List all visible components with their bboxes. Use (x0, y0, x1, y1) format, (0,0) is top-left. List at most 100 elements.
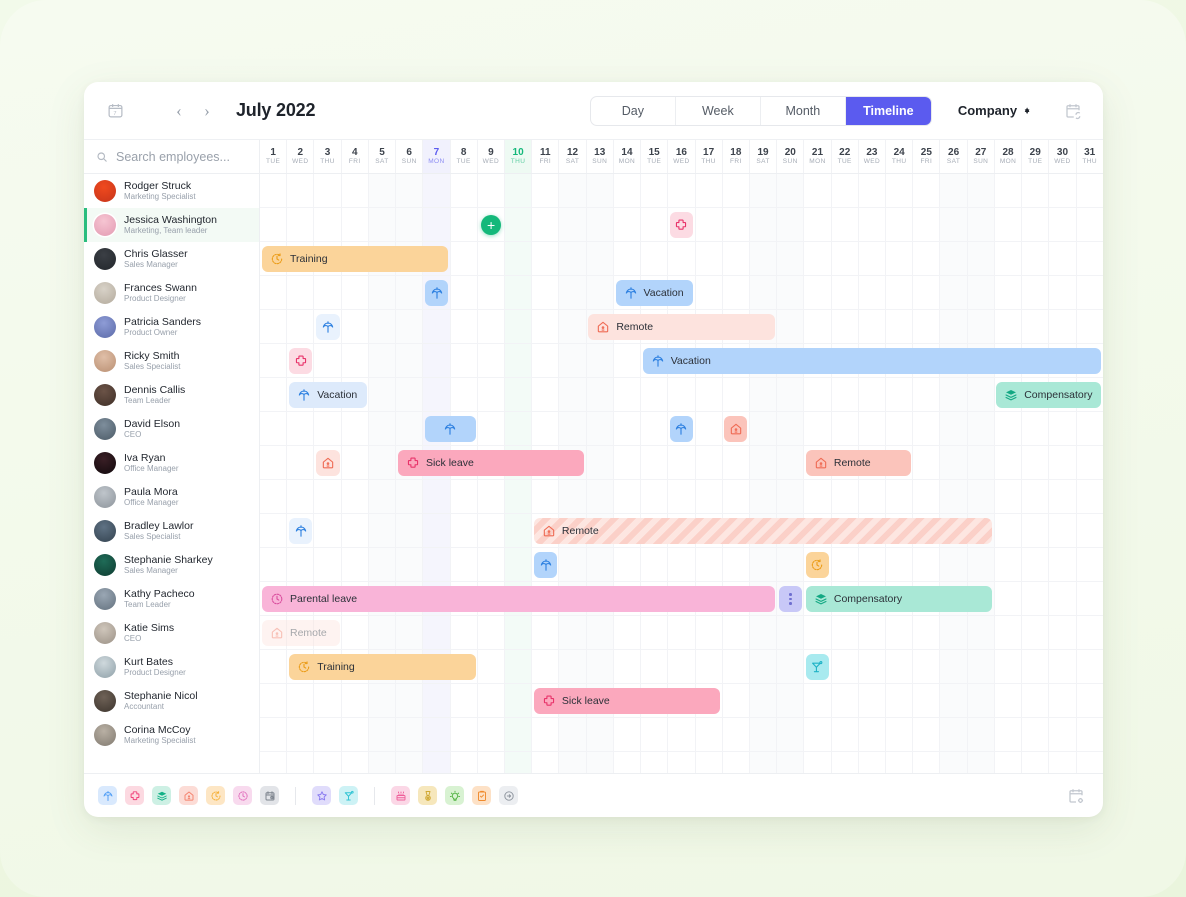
employee-row[interactable]: Stephanie Sharkey Sales Manager (84, 548, 259, 582)
date-header-cell[interactable]: 14 MON (614, 140, 642, 173)
comp-icon[interactable] (152, 786, 171, 805)
employee-row[interactable]: Frances Swann Product Designer (84, 276, 259, 310)
star-icon[interactable] (312, 786, 331, 805)
timeline-event[interactable] (289, 518, 313, 544)
date-header-cell[interactable]: 1 TUE (260, 140, 288, 173)
calendar-sync-icon[interactable] (1059, 97, 1087, 125)
date-header-cell[interactable]: 15 TUE (641, 140, 669, 173)
onboarding-icon[interactable] (472, 786, 491, 805)
employee-row[interactable]: Jessica Washington Marketing, Team leade… (84, 208, 259, 242)
date-header-cell[interactable]: 29 TUE (1022, 140, 1050, 173)
employee-row[interactable]: Dennis Callis Team Leader (84, 378, 259, 412)
timeline-event[interactable]: Training (262, 246, 449, 272)
sick-icon[interactable] (125, 786, 144, 805)
training-icon[interactable] (206, 786, 225, 805)
view-tab-day[interactable]: Day (591, 96, 676, 125)
employee-row[interactable]: Kathy Pacheco Team Leader (84, 582, 259, 616)
date-header-cell[interactable]: 26 SAT (940, 140, 968, 173)
search-box[interactable] (84, 140, 259, 174)
date-header-cell[interactable]: 24 THU (886, 140, 914, 173)
date-header-cell[interactable]: 2 WED (287, 140, 315, 173)
view-tab-timeline[interactable]: Timeline (845, 96, 931, 125)
date-header-cell[interactable]: 12 SAT (559, 140, 587, 173)
timeline-event[interactable]: Remote (805, 450, 911, 476)
timeline-event[interactable] (316, 314, 340, 340)
timeline-event[interactable] (533, 552, 558, 578)
date-header-cell[interactable]: 16 WED (668, 140, 696, 173)
date-header-cell[interactable]: 5 SAT (369, 140, 397, 173)
calendar-settings-icon[interactable] (1063, 783, 1089, 809)
add-event-button[interactable]: + (481, 215, 502, 235)
employee-row[interactable]: Rodger Struck Marketing Specialist (84, 174, 259, 208)
timeline-event[interactable]: Remote (262, 620, 340, 646)
timeline-event[interactable]: Training (289, 654, 476, 680)
date-header-cell[interactable]: 10 THU (504, 140, 533, 173)
employee-row[interactable]: Katie Sims CEO (84, 616, 259, 650)
date-header-cell[interactable]: 8 TUE (451, 140, 478, 173)
date-header-cell[interactable]: 31 THU (1077, 140, 1103, 173)
prev-month-button[interactable]: ‹ (168, 100, 190, 122)
date-header-cell[interactable]: 20 SUN (777, 140, 805, 173)
timeline-event[interactable]: Vacation (642, 348, 1101, 374)
date-header-cell[interactable]: 19 SAT (750, 140, 778, 173)
timeline-event[interactable] (669, 212, 694, 238)
timeline-event[interactable] (805, 654, 830, 680)
date-header-cell[interactable]: 17 THU (696, 140, 723, 173)
date-header-cell[interactable]: 3 THU (314, 140, 342, 173)
employee-row[interactable]: Patricia Sanders Product Owner (84, 310, 259, 344)
date-header-cell[interactable]: 23 WED (859, 140, 887, 173)
date-header-cell[interactable]: 30 WED (1049, 140, 1077, 173)
login-icon[interactable] (499, 786, 518, 805)
next-month-button[interactable]: › (196, 100, 218, 122)
idea-icon[interactable] (445, 786, 464, 805)
unpaid-icon[interactable] (260, 786, 279, 805)
date-header-cell[interactable]: 25 FRI (913, 140, 941, 173)
date-header-cell[interactable]: 22 TUE (832, 140, 859, 173)
timeline-event[interactable]: Sick leave (397, 450, 585, 476)
remote-icon[interactable] (179, 786, 198, 805)
date-header-cell[interactable]: 11 FRI (532, 140, 560, 173)
parental-icon[interactable] (233, 786, 252, 805)
employee-row[interactable]: Iva Ryan Office Manager (84, 446, 259, 480)
date-header-cell[interactable]: 9 WED (478, 140, 505, 173)
employee-row[interactable]: Paula Mora Office Manager (84, 480, 259, 514)
date-header-cell[interactable]: 6 SUN (396, 140, 424, 173)
employee-row[interactable]: Chris Glasser Sales Manager (84, 242, 259, 276)
timeline-event[interactable] (289, 348, 313, 374)
date-header-cell[interactable]: 13 SUN (587, 140, 614, 173)
employee-row[interactable]: Ricky Smith Sales Specialist (84, 344, 259, 378)
view-tab-week[interactable]: Week (676, 96, 761, 125)
date-header-cell[interactable]: 28 MON (995, 140, 1023, 173)
timeline-event[interactable]: Remote (533, 518, 993, 544)
view-tab-month[interactable]: Month (761, 96, 846, 125)
timeline-event[interactable] (724, 416, 748, 442)
birthday-icon[interactable] (391, 786, 410, 805)
date-header-cell[interactable]: 18 FRI (723, 140, 750, 173)
date-header-cell[interactable]: 21 MON (804, 140, 832, 173)
company-selector[interactable]: Company ▲ ▼ (958, 103, 1031, 118)
date-header-cell[interactable]: 27 SUN (968, 140, 995, 173)
search-input[interactable] (116, 149, 247, 164)
vacation-icon[interactable] (98, 786, 117, 805)
timeline-event[interactable]: Remote (588, 314, 775, 340)
employee-row[interactable]: Stephanie Nicol Accountant (84, 684, 259, 718)
cocktail-icon[interactable] (339, 786, 358, 805)
employee-row[interactable]: Kurt Bates Product Designer (84, 650, 259, 684)
more-icon[interactable] (779, 593, 802, 605)
timeline-event[interactable] (316, 450, 340, 476)
timeline-event[interactable]: Compensatory (996, 382, 1101, 408)
timeline-event[interactable] (425, 280, 449, 306)
employee-row[interactable]: David Elson CEO (84, 412, 259, 446)
date-header-cell[interactable]: 7 MON (423, 140, 451, 173)
employee-row[interactable]: Corina McCoy Marketing Specialist (84, 718, 259, 752)
date-header-cell[interactable]: 4 FRI (342, 140, 369, 173)
timeline-event[interactable]: Vacation (289, 382, 367, 408)
timeline-event[interactable]: Parental leave (262, 586, 775, 612)
calendar-icon[interactable]: 7 (102, 98, 128, 124)
employee-row[interactable]: Bradley Lawlor Sales Specialist (84, 514, 259, 548)
timeline-event[interactable] (805, 552, 830, 578)
award-icon[interactable] (418, 786, 437, 805)
timeline-event[interactable] (669, 416, 694, 442)
timeline-event[interactable]: Sick leave (533, 688, 721, 714)
timeline-event[interactable] (425, 416, 476, 442)
